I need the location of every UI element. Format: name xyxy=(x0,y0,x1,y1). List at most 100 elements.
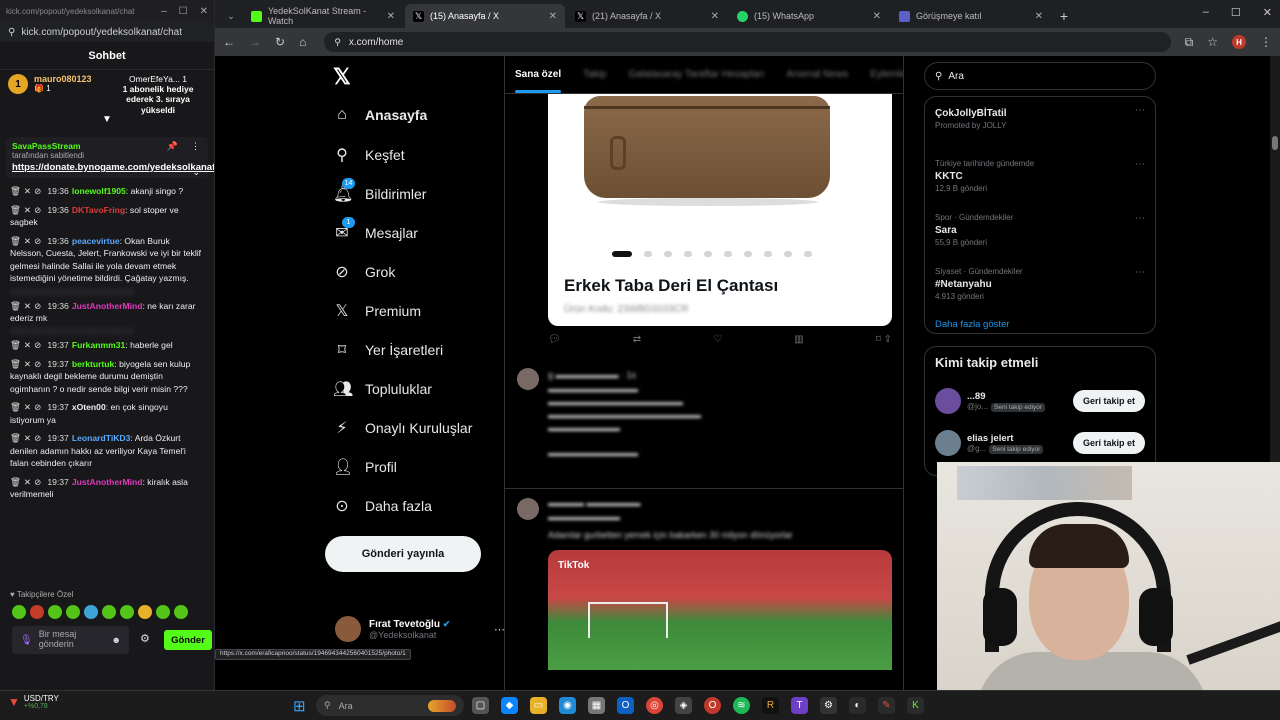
show-more-link[interactable]: Daha fazla göster xyxy=(935,319,1145,330)
bookmark-star-icon[interactable]: ☆ xyxy=(1207,35,1218,49)
tweet-avatar[interactable] xyxy=(517,498,539,520)
mod-badges-icon[interactable]: 🗑✕⊘ xyxy=(10,433,44,443)
app-icon[interactable]: ◈ xyxy=(675,697,692,714)
address-bar[interactable]: ⚲ x.com/home xyxy=(324,32,1171,52)
mod-badges-icon[interactable]: 🗑✕⊘ xyxy=(10,236,44,246)
mod-badges-icon[interactable]: 🗑✕⊘ xyxy=(10,340,44,350)
retweet-icon[interactable]: ⇄ xyxy=(633,334,641,345)
tab-list-3[interactable]: Eylemler xyxy=(870,69,903,80)
minimize-icon[interactable]: – xyxy=(161,6,167,17)
chat-username[interactable]: JustAnotherMind xyxy=(72,477,143,487)
forward-icon[interactable]: → xyxy=(249,35,261,49)
tab-following[interactable]: Takip xyxy=(583,69,606,80)
trend-item[interactable]: Siyaset · Gündemdekiler #Netanyahu 4.913… xyxy=(935,263,1145,317)
emote-icon[interactable] xyxy=(12,605,26,619)
pinned-chevron-icon[interactable]: ⌄ xyxy=(192,167,200,178)
trend-more-icon[interactable]: ⋯ xyxy=(1135,267,1145,278)
edge-icon[interactable]: ◉ xyxy=(559,697,576,714)
trend-item[interactable]: Spor · Gündemdekiler Sara 55,9 B gönderi… xyxy=(935,209,1145,263)
carousel-dots[interactable] xyxy=(612,251,812,257)
nav-verified-orgs[interactable]: ⚡︎ Onaylı Kuruluşlar xyxy=(333,418,472,438)
mod-badges-icon[interactable]: 🗑✕⊘ xyxy=(10,402,44,412)
trend-more-icon[interactable]: ⋯ xyxy=(1135,213,1145,224)
nav-profile[interactable]: 👤︎ Profil xyxy=(333,457,397,477)
copilot-icon[interactable]: ◆ xyxy=(501,697,518,714)
tab-close-icon[interactable]: ✕ xyxy=(711,11,719,22)
emote-icon[interactable] xyxy=(138,605,152,619)
gear-icon[interactable]: ⚙ xyxy=(820,697,837,714)
site-info-icon[interactable]: ⚲ xyxy=(334,37,341,48)
emote-icon[interactable] xyxy=(66,605,80,619)
emote-icon[interactable] xyxy=(102,605,116,619)
chat-username[interactable]: JustAnotherMind xyxy=(72,301,143,311)
minimize-icon[interactable]: – xyxy=(1203,6,1209,19)
nav-more[interactable]: ⊙ Daha fazla xyxy=(333,496,432,516)
chat-username[interactable]: peacevirtue xyxy=(72,236,120,246)
carousel-dot[interactable] xyxy=(664,251,672,257)
chat-username[interactable]: Furkanmm31 xyxy=(72,340,126,350)
x-logo-icon[interactable]: 𝕏 xyxy=(333,64,351,90)
tab-kick-stream[interactable]: YedekSolKanat Stream - Watch ✕ xyxy=(243,4,403,28)
r-app-icon[interactable]: R xyxy=(762,697,779,714)
task-view-icon[interactable]: ▢ xyxy=(472,697,489,714)
maximize-icon[interactable]: ☐ xyxy=(179,6,188,17)
tab-list-icon[interactable]: ⌄ xyxy=(221,4,241,28)
nav-premium[interactable]: 𝕏 Premium xyxy=(333,301,421,321)
pinned-user[interactable]: SavaPassStream xyxy=(12,141,81,151)
carousel-dot[interactable] xyxy=(744,251,752,257)
account-switcher[interactable]: Fırat Tevetoğlu ✔ @Yedeksolkanat ⋯ xyxy=(335,616,505,642)
tab-for-you[interactable]: Sana özel xyxy=(515,69,562,93)
nav-messages[interactable]: ✉ 1 Mesajlar xyxy=(333,217,418,243)
like-icon[interactable]: ♡ xyxy=(713,334,722,345)
obs-icon[interactable]: ◐ xyxy=(849,697,866,714)
ad-product-card[interactable]: Erkek Taba Deri El Çantası Ürün Kodu: 23… xyxy=(548,94,892,326)
profile-avatar[interactable]: H xyxy=(1232,35,1246,49)
pinned-more-icon[interactable]: ⋮ xyxy=(191,141,200,152)
new-tab-button[interactable]: + xyxy=(1053,4,1075,28)
file-explorer-icon[interactable]: ▭ xyxy=(530,697,547,714)
carousel-dot[interactable] xyxy=(784,251,792,257)
browser-menu-icon[interactable]: ⋮ xyxy=(1260,35,1272,49)
emote-icon[interactable] xyxy=(30,605,44,619)
chat-username[interactable]: LeonardTiKD3 xyxy=(72,433,131,443)
install-app-icon[interactable]: ⧉ xyxy=(1185,35,1194,50)
site-info-icon[interactable]: ⚲ xyxy=(8,27,15,38)
chrome-icon[interactable]: ◎ xyxy=(646,697,663,714)
carousel-dot[interactable] xyxy=(684,251,692,257)
trend-item[interactable]: ÇokJollyBİTatil Promoted by JOLLY ⋯ xyxy=(935,101,1145,155)
suggestion-avatar[interactable] xyxy=(935,430,961,456)
mod-badges-icon[interactable]: 🗑✕⊘ xyxy=(10,205,44,215)
tab-teams-meeting[interactable]: Görüşmeye katıl ✕ xyxy=(891,4,1051,28)
tab-list-2[interactable]: Arsenal News xyxy=(787,69,849,80)
app-red-icon[interactable]: ✎ xyxy=(878,697,895,714)
search-input[interactable]: ⚲ Ara xyxy=(924,62,1156,90)
chat-username[interactable]: DKTavoFring xyxy=(72,205,125,215)
carousel-dot[interactable] xyxy=(612,251,632,257)
trend-more-icon[interactable]: ⋯ xyxy=(1135,159,1145,170)
trend-item[interactable]: Türkiye tarihinde gündemde KKTC 12,9 B g… xyxy=(935,155,1145,209)
carousel-dot[interactable] xyxy=(724,251,732,257)
tab-close-icon[interactable]: ✕ xyxy=(1035,11,1043,22)
tweet-avatar[interactable] xyxy=(517,368,539,390)
emote-icon[interactable] xyxy=(156,605,170,619)
tab-close-icon[interactable]: ✕ xyxy=(873,11,881,22)
chat-username[interactable]: lonewolf1905 xyxy=(72,186,126,196)
microphone-icon[interactable]: 🎙 xyxy=(20,635,33,646)
reload-icon[interactable]: ↻ xyxy=(275,35,285,49)
tab-x-home-active[interactable]: 𝕏 (15) Anasayfa / X ✕ xyxy=(405,4,565,28)
carousel-dot[interactable] xyxy=(644,251,652,257)
carousel-dot[interactable] xyxy=(804,251,812,257)
expand-chevron-icon[interactable]: ▼ xyxy=(0,114,214,125)
nav-explore[interactable]: ⚲ Keşfet xyxy=(333,145,405,165)
bookmark-icon[interactable]: ⌑ ⇪ xyxy=(876,334,892,345)
gear-icon[interactable]: ⚙ xyxy=(140,632,150,645)
close-icon[interactable]: ✕ xyxy=(1263,6,1272,19)
nav-communities[interactable]: 👥︎ Topluluklar xyxy=(333,379,432,399)
emote-icon[interactable] xyxy=(84,605,98,619)
suggestion-avatar[interactable] xyxy=(935,388,961,414)
home-icon[interactable]: ⌂ xyxy=(299,35,306,49)
taskbar-search[interactable]: ⚲ Ara xyxy=(316,695,464,716)
send-button[interactable]: Gönder xyxy=(164,630,212,650)
tweet-video[interactable]: TikTok xyxy=(548,550,892,670)
nav-grok[interactable]: ⊘ Grok xyxy=(333,262,395,282)
